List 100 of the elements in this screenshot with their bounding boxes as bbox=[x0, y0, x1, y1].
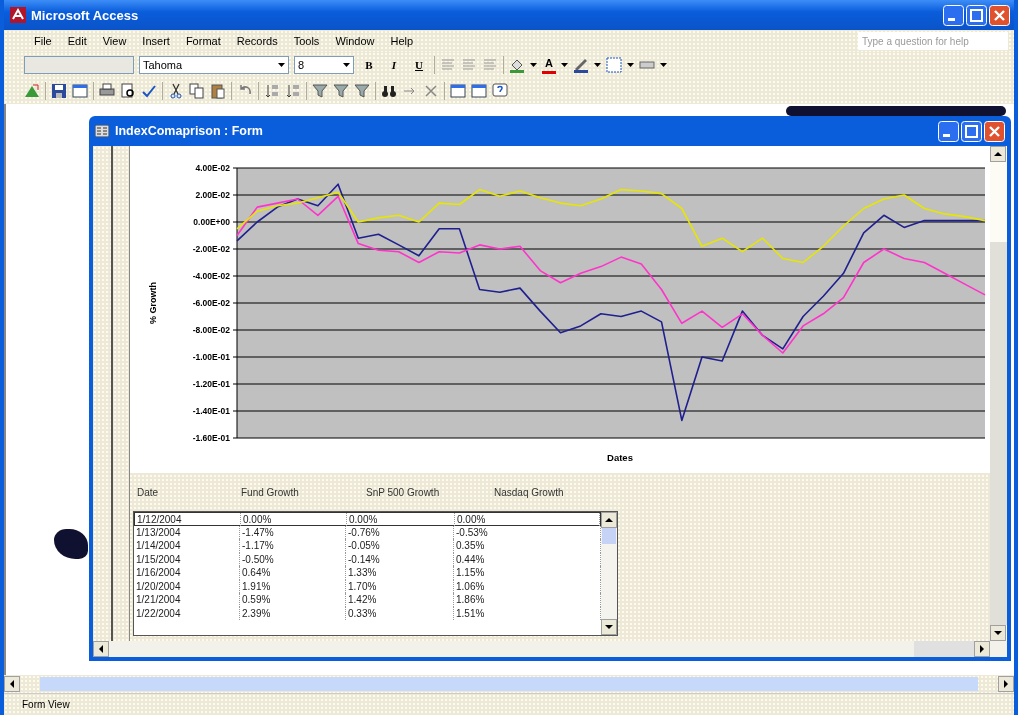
scroll-left-button[interactable] bbox=[93, 641, 109, 657]
funnel-icon[interactable] bbox=[333, 83, 349, 99]
sort-icon[interactable] bbox=[264, 83, 280, 99]
funnel-icon[interactable] bbox=[312, 83, 328, 99]
table-cell: 1.70% bbox=[346, 579, 454, 593]
table-cell: -0.76% bbox=[346, 525, 454, 539]
dropdown-caret-icon[interactable] bbox=[594, 63, 601, 67]
scroll-up-button[interactable] bbox=[601, 512, 617, 528]
bold-button[interactable]: B bbox=[359, 55, 379, 75]
help-question-field[interactable]: Type a question for help bbox=[858, 32, 1008, 50]
dropdown-caret-icon[interactable] bbox=[561, 63, 568, 67]
close-button[interactable] bbox=[989, 4, 1010, 26]
close-button[interactable] bbox=[984, 120, 1005, 142]
table-cell: 0.00% bbox=[347, 513, 455, 526]
table-cell: 0.00% bbox=[455, 513, 600, 526]
scrollbar-thumb[interactable] bbox=[990, 162, 1007, 242]
table-cell: 1.91% bbox=[240, 579, 346, 593]
scroll-left-button[interactable] bbox=[4, 676, 20, 692]
maximize-button[interactable] bbox=[966, 4, 987, 26]
printer-icon[interactable] bbox=[99, 83, 115, 99]
window-icon[interactable] bbox=[450, 83, 466, 99]
minimize-button[interactable] bbox=[943, 4, 964, 26]
font-size-text: 8 bbox=[298, 59, 305, 71]
scrollbar-thumb[interactable] bbox=[914, 641, 974, 657]
y-axis-title: % Growth bbox=[148, 282, 158, 324]
table-cell: 1/20/2004 bbox=[134, 579, 240, 593]
menu-item[interactable]: Tools bbox=[285, 33, 328, 49]
table-cell: 1/22/2004 bbox=[134, 606, 240, 620]
table-cell: 1.33% bbox=[346, 566, 454, 580]
font-name-dropdown[interactable]: Tahoma bbox=[139, 56, 289, 74]
menu-item[interactable]: Edit bbox=[59, 33, 95, 49]
table-cell: 0.33% bbox=[346, 606, 454, 620]
menu-item[interactable]: Help bbox=[382, 33, 422, 49]
minimize-button[interactable] bbox=[938, 120, 959, 142]
font-color-button[interactable]: A bbox=[542, 56, 556, 74]
axis-tick-label: 0.00E+00 bbox=[193, 217, 230, 227]
border-icon[interactable] bbox=[606, 57, 622, 73]
window-title: Microsoft Access bbox=[31, 7, 140, 23]
dropdown-caret-icon[interactable] bbox=[627, 63, 634, 67]
scroll-down-button[interactable] bbox=[990, 625, 1006, 641]
dropdown-caret-icon[interactable] bbox=[343, 63, 350, 67]
line-color-icon[interactable] bbox=[573, 57, 589, 73]
table-cell: -1.47% bbox=[240, 525, 346, 539]
scroll-up-button[interactable] bbox=[990, 146, 1006, 162]
x-axis-title: Dates bbox=[607, 452, 633, 463]
table-cell: -1.17% bbox=[240, 539, 346, 553]
fill-color-icon[interactable] bbox=[509, 57, 525, 73]
table-cell: 1/15/2004 bbox=[134, 552, 240, 566]
maximize-button[interactable] bbox=[961, 120, 982, 142]
underline-button[interactable]: U bbox=[409, 55, 429, 75]
checkmark-icon[interactable] bbox=[141, 83, 157, 99]
funnel-icon[interactable] bbox=[354, 83, 370, 99]
magnifier-page-icon[interactable] bbox=[120, 83, 136, 99]
binoculars-icon[interactable] bbox=[381, 83, 397, 99]
column-label: SnP 500 Growth bbox=[366, 487, 441, 500]
design-view-icon[interactable] bbox=[24, 83, 40, 99]
scissors-icon[interactable] bbox=[168, 83, 184, 99]
clipboard-icon[interactable] bbox=[210, 83, 226, 99]
growth-list[interactable] bbox=[133, 511, 618, 636]
scrollbar-thumb[interactable] bbox=[40, 677, 978, 691]
table-cell: 0.00% bbox=[241, 513, 347, 526]
table-cell: 1.42% bbox=[346, 593, 454, 607]
table-cell: 0.64% bbox=[240, 566, 346, 580]
table-cell: -0.14% bbox=[346, 552, 454, 566]
italic-button[interactable]: I bbox=[384, 55, 404, 75]
axis-tick-label: -1.60E-01 bbox=[192, 433, 230, 443]
axis-tick-label: -4.00E-02 bbox=[192, 271, 230, 281]
status-text: Form View bbox=[22, 699, 70, 710]
table-cell: -0.50% bbox=[240, 552, 346, 566]
column-label: Nasdaq Growth bbox=[494, 487, 565, 500]
cross-icon[interactable] bbox=[423, 83, 439, 99]
table-cell: 0.59% bbox=[240, 593, 346, 607]
scroll-down-button[interactable] bbox=[601, 619, 617, 635]
sort-icon[interactable] bbox=[285, 83, 301, 99]
column-label: Date bbox=[137, 487, 160, 500]
axis-tick-label: -2.00E-02 bbox=[192, 244, 230, 254]
menu-item[interactable]: Window bbox=[327, 33, 383, 49]
scroll-right-button[interactable] bbox=[998, 676, 1014, 692]
help-balloon-icon[interactable] bbox=[492, 83, 508, 99]
axis-tick-label: -1.40E-01 bbox=[192, 406, 230, 416]
scrollbar-thumb[interactable] bbox=[602, 528, 616, 544]
scroll-right-button[interactable] bbox=[974, 641, 990, 657]
copy-icon[interactable] bbox=[189, 83, 205, 99]
dropdown-caret-icon[interactable] bbox=[530, 63, 537, 67]
table-cell: 1/21/2004 bbox=[134, 593, 240, 607]
dropdown-caret-icon[interactable] bbox=[278, 63, 285, 67]
menu-item[interactable]: View bbox=[94, 33, 135, 49]
font-size-dropdown[interactable]: 8 bbox=[294, 56, 354, 74]
column-label: Fund Growth bbox=[241, 487, 300, 500]
table-cell: 2.39% bbox=[240, 606, 346, 620]
table-cell: -0.05% bbox=[346, 539, 454, 553]
menu-item[interactable]: Records bbox=[228, 33, 286, 49]
menu-item[interactable]: Insert bbox=[134, 33, 178, 49]
window-icon[interactable] bbox=[471, 83, 487, 99]
dropdown-caret-icon[interactable] bbox=[660, 63, 667, 67]
window-icon[interactable] bbox=[72, 83, 88, 99]
table-cell: 1/14/2004 bbox=[134, 539, 240, 553]
form-icon bbox=[95, 125, 109, 137]
menu-item[interactable]: File bbox=[26, 33, 60, 49]
menu-item[interactable]: Format bbox=[177, 33, 229, 49]
